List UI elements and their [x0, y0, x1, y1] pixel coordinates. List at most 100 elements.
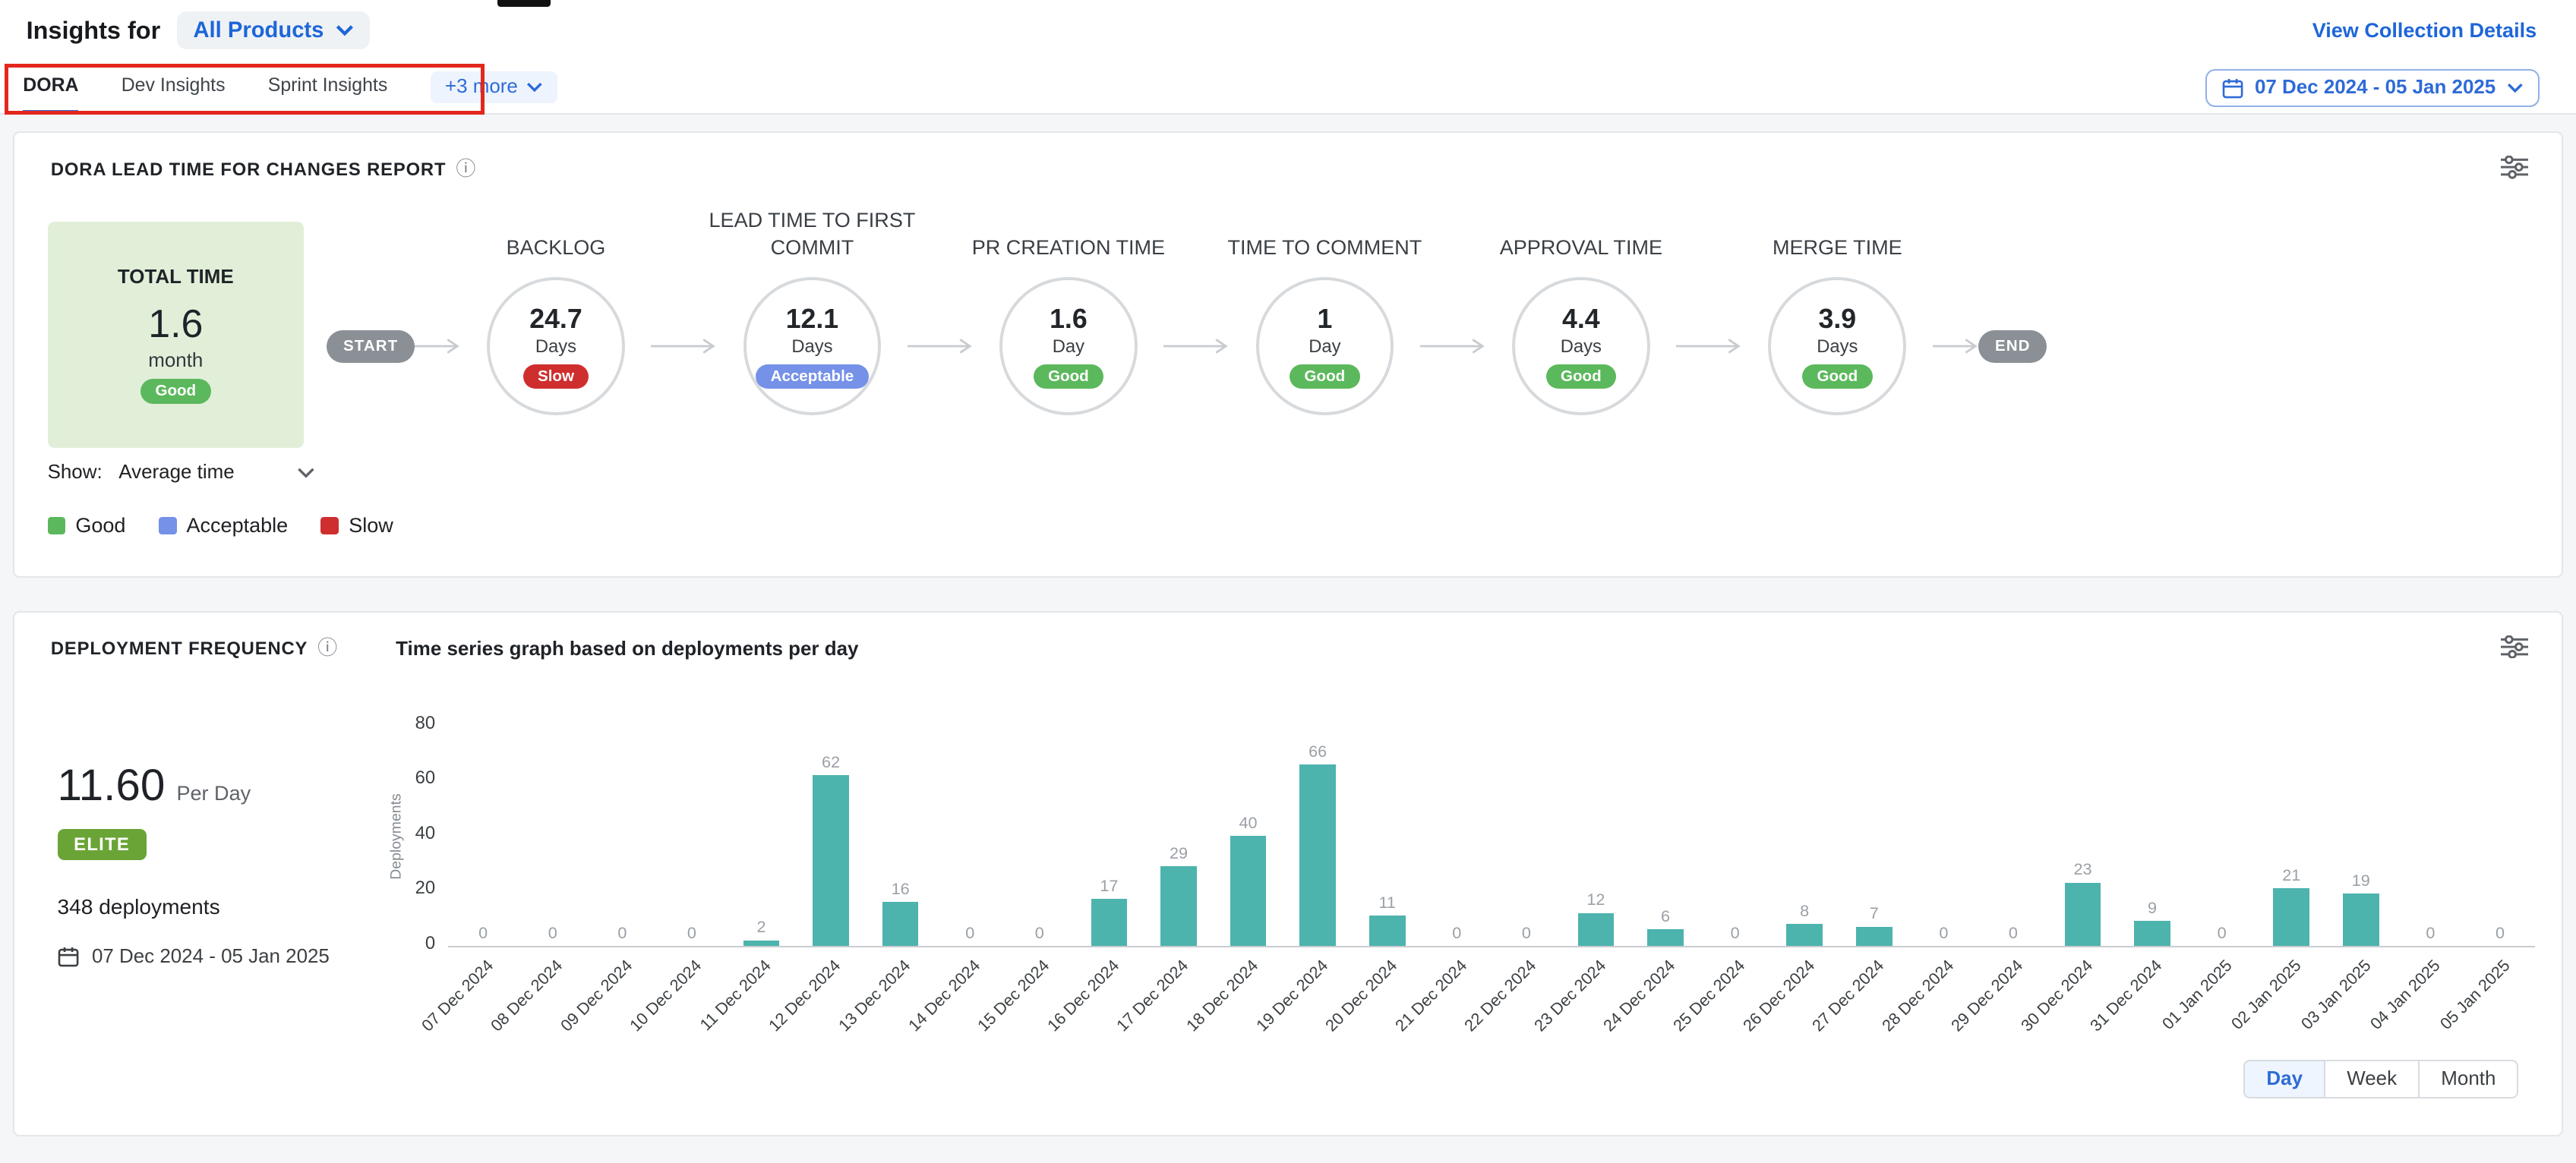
more-tabs-label: +3 more	[445, 76, 518, 98]
toggle-week-button[interactable]: Week	[2325, 1060, 2420, 1099]
chevron-down-icon	[336, 24, 354, 36]
chart-bar-slot: 005 Jan 2025	[2465, 727, 2535, 946]
x-axis-label: 21 Dec 2024	[1391, 956, 1471, 1035]
info-icon[interactable]: ⓘ	[456, 160, 475, 180]
lead-time-stage: APPROVAL TIME 4.4 Days Good	[1485, 205, 1676, 415]
bar-value-label: 29	[1170, 843, 1188, 863]
stage-circle[interactable]: 3.9 Days Good	[1768, 277, 1906, 415]
bar-value-label: 23	[2073, 859, 2091, 879]
more-tabs-dropdown[interactable]: +3 more	[431, 71, 557, 103]
stage-circle[interactable]: 24.7 Days Slow	[487, 277, 625, 415]
bar-value-label: 6	[1661, 906, 1670, 926]
y-axis-tick: 60	[390, 767, 436, 789]
stage-value: 1.6	[1050, 304, 1088, 335]
stage-value: 4.4	[1562, 304, 1600, 335]
chart-bar-slot: 022 Dec 2024	[1492, 727, 1561, 946]
show-value: Average time	[118, 462, 234, 484]
chart-bar-slot: 931 Dec 2024	[2117, 727, 2187, 946]
chart-bar-slot: 007 Dec 2024	[448, 727, 518, 946]
widget-settings-icon[interactable]	[2501, 635, 2529, 665]
total-time-value: 1.6	[148, 301, 203, 347]
x-axis-label: 17 Dec 2024	[1113, 956, 1192, 1035]
x-axis-label: 05 Jan 2025	[2436, 956, 2514, 1034]
deployment-bar[interactable]	[882, 902, 919, 946]
x-axis-label: 23 Dec 2024	[1530, 956, 1610, 1035]
stage-value: 24.7	[529, 304, 582, 335]
flow-start-pill: START	[327, 330, 415, 363]
tab-dora[interactable]: DORA	[23, 61, 78, 113]
total-time-label: TOTAL TIME	[118, 266, 234, 288]
card-title-row: DEPLOYMENT FREQUENCY ⓘ	[51, 638, 337, 660]
legend-square-good	[48, 517, 66, 535]
x-axis-label: 15 Dec 2024	[974, 956, 1053, 1035]
calendar-icon	[2222, 77, 2243, 99]
deployment-bar[interactable]	[1786, 924, 1823, 946]
bar-value-label: 0	[687, 923, 696, 943]
flow-end-pill: END	[1978, 330, 2047, 363]
chart-bar-slot: 015 Dec 2024	[1005, 727, 1075, 946]
bar-value-label: 0	[617, 923, 627, 943]
view-collection-details-link[interactable]: View Collection Details	[2312, 19, 2537, 43]
x-axis-label: 20 Dec 2024	[1321, 956, 1401, 1035]
deployment-rate-stat: 11.60 Per Day	[58, 760, 251, 811]
total-rating-badge: Good	[140, 379, 211, 404]
deployment-bar[interactable]	[1230, 836, 1267, 946]
product-selector-dropdown[interactable]: All Products	[177, 11, 370, 49]
toggle-month-button[interactable]: Month	[2420, 1060, 2518, 1099]
deployment-bar[interactable]	[2273, 888, 2309, 946]
deployment-bar[interactable]	[1856, 927, 1893, 946]
y-axis-tick: 40	[390, 823, 436, 844]
deployment-bar[interactable]	[2134, 921, 2170, 946]
chart-bar-slot: 1223 Dec 2024	[1561, 727, 1631, 946]
stage-rating-badge: Good	[1546, 364, 1617, 389]
flow-arrow-icon	[415, 336, 461, 356]
lead-time-stage: LEAD TIME TO FIRST COMMIT 12.1 Days Acce…	[717, 205, 908, 415]
widget-settings-icon[interactable]	[2501, 156, 2529, 185]
flow-arrow-icon	[1676, 336, 1742, 356]
x-axis-label: 13 Dec 2024	[835, 956, 914, 1035]
deployment-bar[interactable]	[2065, 883, 2101, 946]
stage-label: LEAD TIME TO FIRST COMMIT	[689, 205, 935, 261]
stage-circle[interactable]: 12.1 Days Acceptable	[743, 277, 882, 415]
deployment-bar[interactable]	[1369, 916, 1406, 946]
deployment-bar[interactable]	[1647, 929, 1684, 946]
x-axis-label: 10 Dec 2024	[626, 956, 706, 1035]
bar-value-label: 17	[1100, 876, 1118, 896]
deployment-bar[interactable]	[2343, 894, 2379, 946]
deployment-bar[interactable]	[813, 775, 849, 946]
x-axis-label: 28 Dec 2024	[1878, 956, 1958, 1035]
info-icon[interactable]: ⓘ	[317, 639, 337, 659]
deployment-bar[interactable]	[1578, 913, 1615, 946]
flow-arrow-icon	[651, 336, 717, 356]
x-axis-label: 14 Dec 2024	[904, 956, 984, 1035]
deployment-bar[interactable]	[1160, 866, 1197, 946]
stage-circle[interactable]: 1.6 Day Good	[999, 277, 1138, 415]
stage-label: TIME TO COMMENT	[1201, 205, 1447, 261]
chart-bar-slot: 004 Jan 2025	[2396, 727, 2466, 946]
stage-circle[interactable]: 1 Day Good	[1256, 277, 1394, 415]
legend-label: Acceptable	[186, 514, 288, 537]
chevron-down-icon	[297, 467, 315, 478]
show-average-time-select[interactable]: Show: Average time	[48, 462, 315, 484]
y-axis-tick: 20	[390, 878, 436, 899]
chart-bar-slot: 021 Dec 2024	[1422, 727, 1492, 946]
y-axis-tick: 80	[390, 713, 436, 734]
bar-value-label: 0	[478, 923, 488, 943]
chart-bar-slot: 1716 Dec 2024	[1075, 727, 1144, 946]
granularity-toggle: Day Week Month	[2243, 1060, 2518, 1099]
tab-sprint-insights[interactable]: Sprint Insights	[268, 61, 388, 113]
date-range-picker[interactable]: 07 Dec 2024 - 05 Jan 2025	[2205, 69, 2540, 107]
deployment-bar[interactable]	[1091, 899, 1128, 946]
x-axis-label: 03 Jan 2025	[2297, 956, 2376, 1034]
x-axis-label: 25 Dec 2024	[1669, 956, 1749, 1035]
tab-dev-insights[interactable]: Dev Insights	[122, 61, 226, 113]
bar-value-label: 0	[1035, 923, 1044, 943]
x-axis-label: 27 Dec 2024	[1808, 956, 1888, 1035]
toggle-day-button[interactable]: Day	[2243, 1060, 2325, 1099]
chart-bar-slot: 001 Jan 2025	[2187, 727, 2257, 946]
chart-bar-slot: 211 Dec 2024	[727, 727, 797, 946]
deployment-bar[interactable]	[743, 941, 780, 946]
stage-circle[interactable]: 4.4 Days Good	[1512, 277, 1650, 415]
deployment-bar[interactable]	[1299, 764, 1336, 946]
card-title-row: DORA LEAD TIME FOR CHANGES REPORT ⓘ	[51, 159, 475, 181]
